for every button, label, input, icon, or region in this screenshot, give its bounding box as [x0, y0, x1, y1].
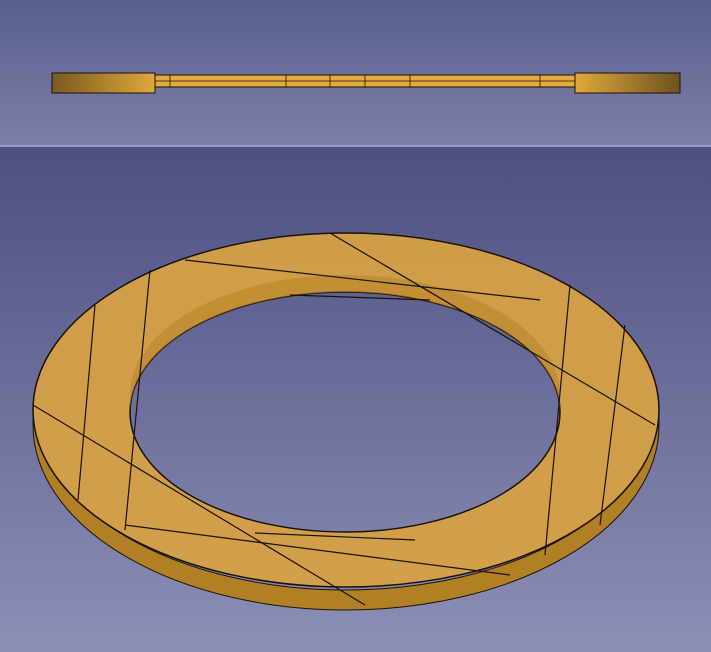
side-view-part	[51, 72, 681, 94]
ring-part	[32, 232, 660, 611]
side-view-viewport[interactable]	[0, 0, 711, 145]
isometric-viewport[interactable]	[0, 147, 711, 652]
